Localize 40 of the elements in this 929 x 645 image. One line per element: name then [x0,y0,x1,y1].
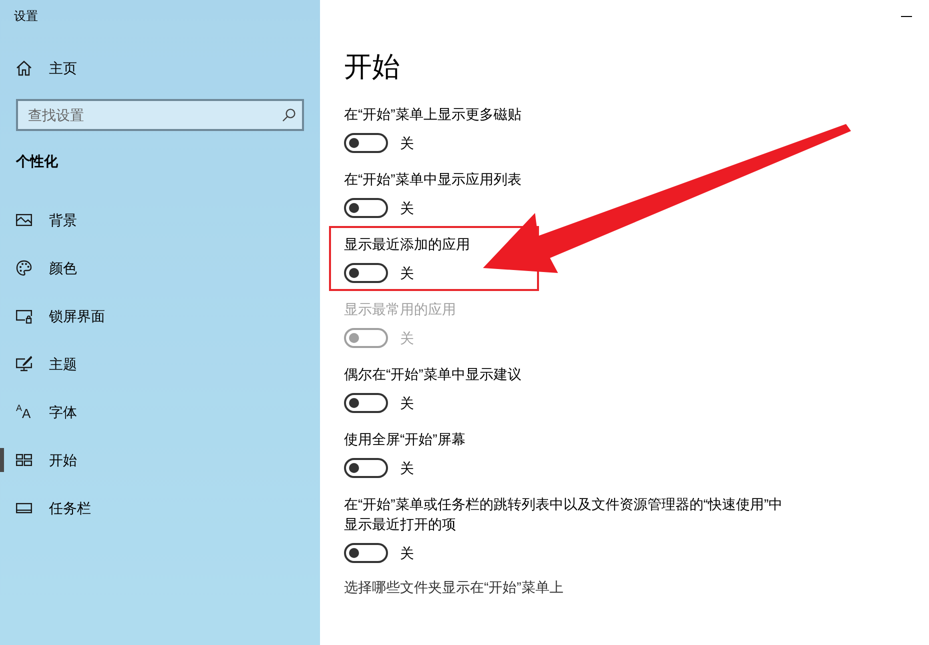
setting-label: 使用全屏“开始”屏幕 [344,430,466,449]
palette-icon [16,260,32,276]
toggle-switch[interactable] [344,543,388,563]
window-title: 设置 [14,9,38,23]
sidebar-item[interactable]: 任务栏 [0,484,320,532]
home-icon [16,60,32,76]
folders-link[interactable]: 选择哪些文件夹显示在“开始”菜单上 [344,577,564,597]
toggle-switch[interactable] [344,263,388,283]
monitor-lock-icon [16,308,32,324]
setting-label: 偶尔在“开始”菜单中显示建议 [344,365,522,384]
sidebar-item[interactable]: 锁屏界面 [0,292,320,340]
setting-label: 显示最常用的应用 [344,300,456,319]
tiles-icon [16,452,32,468]
setting-label: 显示最近添加的应用 [344,235,471,254]
toggle-state-text: 关 [400,544,414,563]
search-field[interactable]: 查找设置 [16,99,304,131]
setting-label: 在“开始”菜单或任务栏的跳转列表中以及文件资源管理器的“快速使用”中显示最近打开的项 [344,495,784,534]
toggle-switch[interactable] [344,458,388,478]
toggle-state-text: 关 [400,199,414,218]
toggle-state-text: 关 [400,459,414,478]
setting-label: 在“开始”菜单中显示应用列表 [344,170,522,189]
sidebar-item[interactable]: 背景 [0,196,320,244]
toggle-state-text: 关 [400,134,414,153]
home-link[interactable]: 主页 [0,44,320,92]
toggle-switch[interactable] [344,133,388,153]
toggle-switch[interactable] [344,198,388,218]
sidebar-item[interactable]: 主题 [0,340,320,388]
picture-icon [16,212,32,228]
toggle-state-text: 关 [400,264,414,283]
section-title: 个性化 [16,152,58,170]
monitor-brush-icon [16,356,32,372]
taskbar-icon [16,500,32,516]
page-heading: 开始 [344,50,400,84]
setting-label: 在“开始”菜单上显示更多磁贴 [344,105,522,124]
toggle-switch[interactable] [344,393,388,413]
toggle-state-text: 关 [400,394,414,413]
toggle-state-text: 关 [400,329,414,348]
sidebar-item[interactable]: 开始 [0,436,320,484]
sidebar-item[interactable]: 颜色 [0,244,320,292]
search-icon [282,108,296,122]
